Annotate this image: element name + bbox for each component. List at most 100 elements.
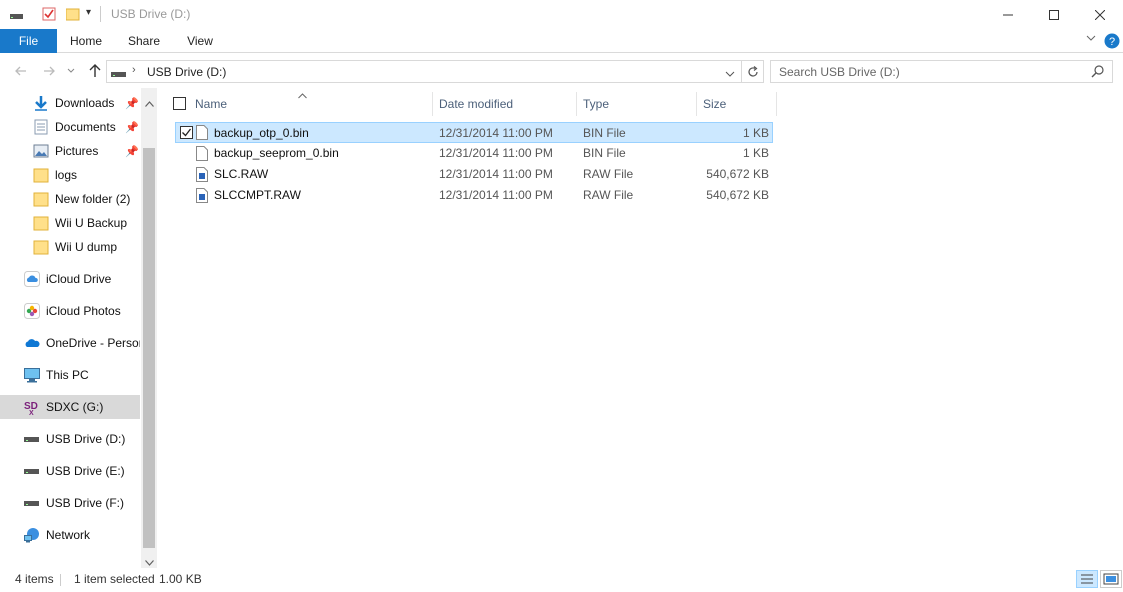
ribbon-expand-icon[interactable] — [1086, 33, 1096, 46]
large-icons-view-button[interactable] — [1100, 570, 1122, 588]
nav-item-icloud-photos[interactable]: iCloud Photos — [0, 299, 140, 323]
qat-dropdown-icon[interactable]: ▾ — [86, 7, 91, 18]
tab-share[interactable]: Share — [120, 29, 168, 53]
nav-item-pictures[interactable]: Pictures 📌 — [0, 139, 140, 163]
nav-scrollbar-thumb[interactable] — [143, 148, 155, 548]
breadcrumb-chevron-icon[interactable]: › — [132, 64, 136, 76]
pin-icon[interactable]: 📌 — [125, 145, 139, 158]
nav-item-usb-drive-f[interactable]: USB Drive (F:) — [0, 491, 140, 515]
computer-icon — [24, 367, 40, 383]
nav-item-label: iCloud Photos — [46, 304, 121, 318]
details-view-button[interactable] — [1076, 570, 1098, 588]
back-button[interactable] — [12, 62, 30, 80]
file-row-slccmpt-raw[interactable]: SLCCMPT.RAW 12/31/2014 11:00 PM RAW File… — [175, 185, 773, 206]
file-name: SLC.RAW — [214, 167, 269, 181]
item-count: 4 items — [15, 572, 54, 586]
nav-item-label: USB Drive (D:) — [46, 432, 126, 446]
column-header-date[interactable]: Date modified — [433, 92, 577, 116]
pin-icon[interactable]: 📌 — [125, 97, 139, 110]
download-arrow-icon — [33, 95, 49, 111]
row-checkbox[interactable] — [180, 126, 193, 139]
nav-item-label: logs — [55, 168, 78, 182]
column-header-type[interactable]: Type — [577, 92, 697, 116]
properties-icon[interactable] — [42, 7, 56, 24]
help-icon[interactable]: ? — [1104, 33, 1120, 52]
new-folder-icon[interactable] — [65, 7, 80, 24]
nav-item-network[interactable]: Network — [0, 523, 140, 547]
ribbon-tabs: File Home Share View ? — [0, 29, 1123, 53]
recent-locations-button[interactable] — [62, 62, 80, 80]
address-bar[interactable]: › USB Drive (D:) — [106, 60, 742, 83]
drive-icon — [111, 68, 127, 82]
nav-item-label: OneDrive - Persor — [46, 336, 140, 350]
nav-item-label: USB Drive (E:) — [46, 464, 125, 478]
tab-view[interactable]: View — [176, 29, 224, 53]
search-input[interactable]: Search USB Drive (D:) — [770, 60, 1113, 83]
select-all-checkbox[interactable] — [173, 97, 186, 110]
icloud-photos-icon — [24, 303, 40, 319]
file-row-backup-otp[interactable]: backup_otp_0.bin 12/31/2014 11:00 PM BIN… — [175, 122, 773, 143]
nav-item-new-folder-2[interactable]: New folder (2) — [0, 187, 140, 211]
refresh-button[interactable] — [742, 60, 764, 83]
tab-home[interactable]: Home — [62, 29, 110, 53]
forward-button[interactable] — [40, 62, 58, 80]
nav-item-label: Pictures — [55, 144, 99, 158]
minimize-button[interactable] — [985, 0, 1031, 29]
column-header-size[interactable]: Size — [697, 92, 777, 116]
tab-file[interactable]: File — [0, 29, 57, 53]
nav-item-icloud-drive[interactable]: iCloud Drive — [0, 267, 140, 291]
svg-text:?: ? — [1109, 36, 1115, 48]
nav-item-usb-drive-e[interactable]: USB Drive (E:) — [0, 459, 140, 483]
status-bar: 4 items 1 item selected 1.00 KB — [0, 568, 1123, 592]
large-icons-view-icon — [1103, 573, 1119, 585]
selection-count: 1 item selected — [74, 572, 155, 586]
file-size: 1 KB — [742, 146, 769, 160]
file-row-backup-seeprom[interactable]: backup_seeprom_0.bin 12/31/2014 11:00 PM… — [175, 143, 773, 164]
nav-item-wii-u-backup[interactable]: Wii U Backup — [0, 211, 140, 235]
file-list: Name Date modified Type Size backup_otp_… — [157, 88, 1123, 568]
nav-item-wii-u-dump[interactable]: Wii U dump — [0, 235, 140, 259]
nav-item-label: New folder (2) — [55, 192, 131, 206]
search-icon[interactable] — [1091, 65, 1104, 81]
title-bar: ▾ USB Drive (D:) — [0, 0, 1123, 29]
file-name: backup_seeprom_0.bin — [214, 146, 339, 160]
status-divider — [60, 574, 61, 586]
nav-item-label: Downloads — [55, 96, 115, 110]
file-row-slc-raw[interactable]: SLC.RAW 12/31/2014 11:00 PM RAW File 540… — [175, 164, 773, 185]
file-name: SLCCMPT.RAW — [214, 188, 301, 202]
file-date: 12/31/2014 11:00 PM — [439, 188, 553, 202]
maximize-button[interactable] — [1031, 0, 1077, 29]
scroll-up-icon[interactable] — [145, 96, 154, 110]
nav-item-sdxc[interactable]: SD X SDXC (G:) — [0, 395, 140, 419]
nav-item-usb-drive-d[interactable]: USB Drive (D:) — [0, 427, 140, 451]
pin-icon[interactable]: 📌 — [125, 121, 139, 134]
usb-drive-icon — [24, 463, 40, 479]
address-dropdown-icon[interactable] — [725, 67, 735, 81]
file-type: BIN File — [583, 126, 626, 140]
scroll-down-icon[interactable] — [145, 555, 154, 569]
close-button[interactable] — [1077, 0, 1123, 29]
raw-file-icon — [196, 188, 208, 206]
nav-item-label: Wii U dump — [55, 240, 118, 254]
nav-item-label: iCloud Drive — [46, 272, 112, 286]
selection-size: 1.00 KB — [159, 572, 202, 586]
folder-icon — [33, 191, 49, 207]
nav-item-this-pc[interactable]: This PC — [0, 363, 140, 387]
up-button[interactable] — [86, 62, 104, 80]
breadcrumb[interactable]: USB Drive (D:) — [147, 65, 226, 79]
raw-file-icon — [196, 167, 208, 185]
column-header-name[interactable]: Name — [189, 92, 433, 116]
icloud-drive-icon — [24, 271, 40, 287]
nav-item-onedrive[interactable]: OneDrive - Persor — [0, 331, 140, 355]
drive-icon — [10, 10, 24, 24]
nav-item-documents[interactable]: Documents 📌 — [0, 115, 140, 139]
svg-text:X: X — [29, 410, 34, 415]
usb-drive-icon — [24, 431, 40, 447]
details-view-icon — [1081, 574, 1093, 584]
nav-item-label: Wii U Backup — [55, 216, 128, 230]
file-name: backup_otp_0.bin — [214, 126, 309, 140]
nav-item-downloads[interactable]: Downloads 📌 — [0, 91, 140, 115]
nav-item-logs[interactable]: logs — [0, 163, 140, 187]
file-date: 12/31/2014 11:00 PM — [439, 126, 553, 140]
file-date: 12/31/2014 11:00 PM — [439, 167, 553, 181]
